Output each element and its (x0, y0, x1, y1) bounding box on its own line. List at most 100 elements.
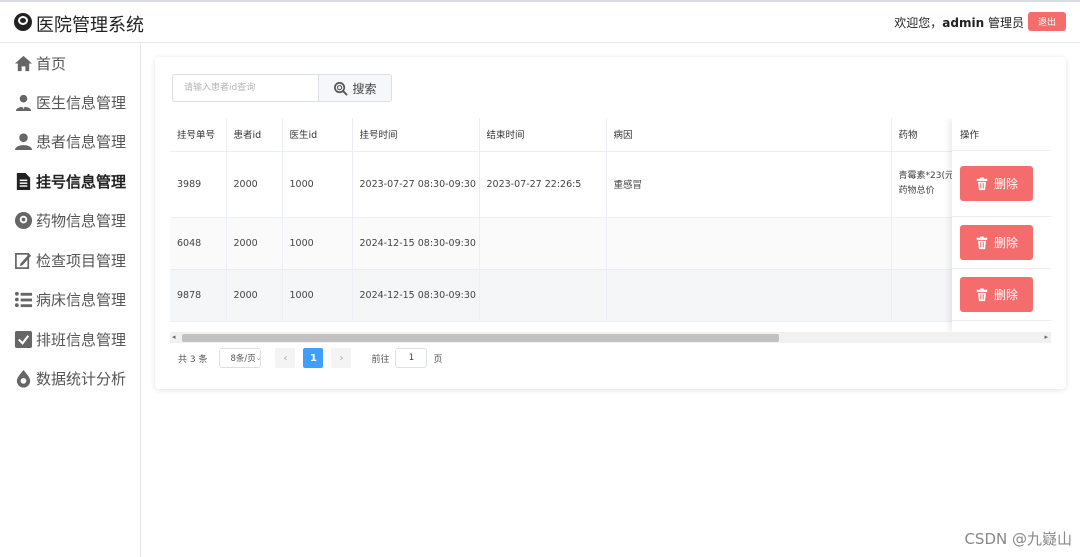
delete-button[interactable]: 删除 (960, 277, 1033, 312)
welcome-prefix: 欢迎您， (894, 16, 943, 30)
sidebar-item-label: 检查项目管理 (36, 251, 127, 270)
sidebar-item-label: 药物信息管理 (36, 211, 127, 230)
sidebar-item-registration[interactable]: 挂号信息管理 (0, 166, 140, 196)
list-icon (14, 290, 33, 309)
sidebar-item-label: 患者信息管理 (36, 132, 127, 151)
delete-label: 删除 (993, 288, 1018, 302)
app-title: 医院管理系统 (36, 15, 144, 36)
goto-page-input[interactable] (395, 348, 428, 368)
page-size-select[interactable]: 8条/页 ⌄ (219, 348, 262, 368)
scroll-right-icon[interactable]: ▸ (1044, 333, 1048, 341)
page-number-button[interactable]: 1 (303, 348, 324, 368)
sidebar-item-medicine[interactable]: 药物信息管理 (0, 205, 140, 235)
cell-reg-time: 2023-07-27 08:30-09:30 (352, 151, 480, 218)
delete-label: 删除 (993, 177, 1018, 191)
column-header[interactable]: 患者id (226, 118, 283, 152)
prev-page-button[interactable]: ‹ (275, 348, 296, 368)
actions-cell: 删除 (952, 269, 1051, 321)
main-content: 搜索 挂号单号 患者id 医生id 挂号时间 结束时间 病因 药物 (141, 43, 1080, 557)
user-role: 管理员 (987, 16, 1024, 30)
next-page-button[interactable]: › (331, 348, 352, 368)
sidebar-item-home[interactable]: 首页 (0, 48, 140, 78)
sidebar-item-beds[interactable]: 病床信息管理 (0, 284, 140, 314)
document-icon (14, 172, 33, 191)
cell-doctor-id: 1000 (282, 151, 353, 218)
logout-button[interactable]: 退出 (1028, 12, 1066, 31)
sidebar: 首页 医生信息管理 患者信息管理 挂号信息管理 药物信息管理 检查项目管理 病床… (0, 43, 141, 557)
sidebar-item-schedule[interactable]: 排班信息管理 (0, 324, 140, 354)
sidebar-item-label: 医生信息管理 (36, 93, 127, 112)
sidebar-item-statistics[interactable]: 数据统计分析 (0, 363, 140, 393)
doctor-icon (14, 93, 33, 112)
sidebar-item-exams[interactable]: 检查项目管理 (0, 245, 140, 275)
column-header[interactable]: 结束时间 (479, 118, 607, 152)
table-row[interactable]: 9878 2000 1000 2024-12-15 08:30-09:30 (170, 269, 1051, 322)
chevron-down-icon: ⌄ (255, 354, 262, 362)
cell-cause: 重感冒 (606, 151, 892, 218)
edit-form-icon (14, 251, 33, 270)
horizontal-scrollbar[interactable]: ◂ ▸ (170, 332, 1051, 343)
scroll-left-icon[interactable]: ◂ (172, 333, 176, 341)
cell-cause (606, 269, 892, 322)
cell-doctor-id: 1000 (282, 217, 353, 270)
logo-icon (14, 13, 32, 31)
cell-id: 3989 (170, 151, 227, 218)
cell-end-time: 2023-07-27 22:26:5 (479, 151, 607, 218)
sidebar-item-label: 首页 (36, 54, 67, 73)
pagination: 共 3 条 8条/页 ⌄ ‹ 1 › 前往 页 (178, 347, 442, 369)
search-icon (334, 81, 349, 96)
cell-doctor-id: 1000 (282, 269, 353, 322)
column-header[interactable]: 挂号单号 (170, 118, 227, 152)
search-bar: 搜索 (172, 74, 392, 102)
cell-reg-time: 2024-12-15 08:30-09:30 (352, 269, 480, 322)
sidebar-item-label: 数据统计分析 (36, 369, 127, 388)
cell-reg-time: 2024-12-15 08:30-09:30 (352, 217, 480, 270)
cell-patient-id: 2000 (226, 269, 283, 322)
table-header-row: 挂号单号 患者id 医生id 挂号时间 结束时间 病因 药物 (170, 118, 1051, 152)
home-icon (14, 54, 33, 73)
column-header[interactable]: 医生id (282, 118, 353, 152)
page-size-value: 8条/页 (230, 354, 256, 364)
sidebar-item-label: 排班信息管理 (36, 330, 127, 349)
username: admin (942, 16, 985, 30)
actions-cell: 删除 (952, 217, 1051, 269)
sidebar-item-doctors[interactable]: 医生信息管理 (0, 87, 140, 117)
sidebar-item-label: 挂号信息管理 (36, 172, 127, 191)
patient-icon (14, 132, 33, 151)
trash-icon (976, 287, 988, 301)
delete-button[interactable]: 删除 (960, 225, 1033, 260)
registration-table: 挂号单号 患者id 医生id 挂号时间 结束时间 病因 药物 3989 2000… (170, 118, 1051, 332)
goto-suffix: 页 (433, 354, 443, 365)
registration-card: 搜索 挂号单号 患者id 医生id 挂号时间 结束时间 病因 药物 (155, 57, 1066, 389)
cell-cause (606, 217, 892, 270)
top-rule (0, 0, 1080, 2)
delete-label: 删除 (993, 236, 1018, 250)
column-header[interactable]: 挂号时间 (352, 118, 480, 152)
welcome-text: 欢迎您，admin 管理员 (894, 14, 1024, 31)
table-row[interactable]: 6048 2000 1000 2024-12-15 08:30-09:30 (170, 217, 1051, 270)
table-row[interactable]: 3989 2000 1000 2023-07-27 08:30-09:30 20… (170, 151, 1051, 218)
medicine-icon (14, 211, 33, 230)
cell-id: 6048 (170, 217, 227, 270)
chart-drop-icon (14, 369, 33, 388)
search-input[interactable] (172, 74, 318, 102)
watermark: CSDN @九嶷山 (964, 530, 1072, 548)
pagination-total: 共 3 条 (178, 354, 208, 365)
cell-end-time (479, 217, 607, 270)
search-button-label: 搜索 (352, 81, 377, 96)
app-header: 医院管理系统 欢迎您，admin 管理员 退出 (0, 0, 1080, 43)
delete-button[interactable]: 删除 (960, 166, 1033, 201)
cell-patient-id: 2000 (226, 217, 283, 270)
column-header-actions: 操作 (952, 118, 1051, 151)
search-button[interactable]: 搜索 (318, 74, 392, 102)
actions-cell: 删除 (952, 151, 1051, 217)
cell-end-time (479, 269, 607, 322)
actions-column: 操作 删除 删除 删除 (952, 118, 1051, 332)
column-header[interactable]: 病因 (606, 118, 892, 152)
checkbox-icon (14, 330, 33, 349)
cell-id: 9878 (170, 269, 227, 322)
trash-icon (976, 176, 988, 190)
sidebar-item-label: 病床信息管理 (36, 290, 127, 309)
scrollbar-thumb[interactable] (182, 334, 779, 342)
sidebar-item-patients[interactable]: 患者信息管理 (0, 126, 140, 156)
